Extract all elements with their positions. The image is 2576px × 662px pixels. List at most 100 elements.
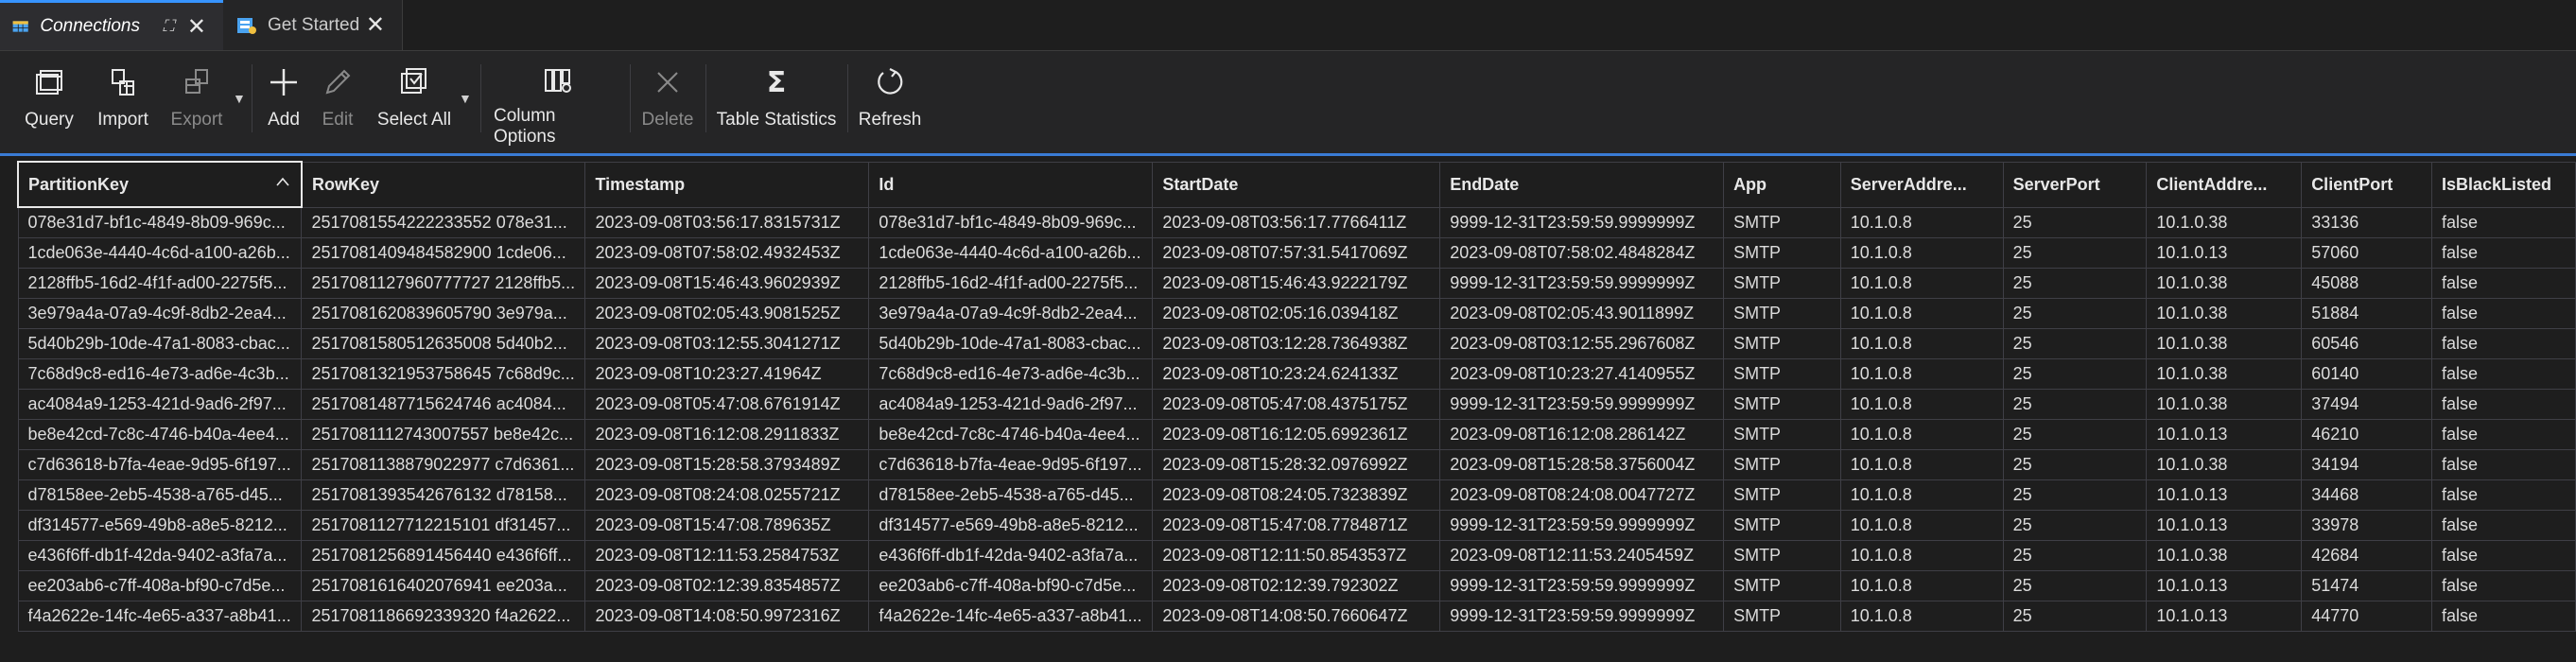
tab-get-started[interactable]: Get Started ✕ bbox=[223, 0, 403, 50]
table-cell[interactable]: ee203ab6-c7ff-408a-bf90-c7d5e... bbox=[868, 570, 1154, 601]
column-header[interactable]: PartitionKey bbox=[17, 161, 303, 208]
refresh-button[interactable]: Refresh bbox=[857, 64, 923, 140]
table-cell[interactable]: 2023-09-08T02:05:43.9081525Z bbox=[584, 298, 870, 329]
table-cell[interactable]: 2023-09-08T07:58:02.4848284Z bbox=[1439, 237, 1725, 269]
pin-icon[interactable]: ⛶ bbox=[163, 17, 174, 36]
table-cell[interactable]: SMTP bbox=[1723, 601, 1841, 632]
table-cell[interactable]: 9999-12-31T23:59:59.9999999Z bbox=[1439, 389, 1725, 420]
table-cell[interactable]: 9999-12-31T23:59:59.9999999Z bbox=[1439, 570, 1725, 601]
table-cell[interactable]: 10.1.0.38 bbox=[2146, 328, 2303, 359]
column-header[interactable]: ClientAddre... bbox=[2146, 161, 2303, 208]
column-header[interactable]: EndDate bbox=[1439, 161, 1725, 208]
table-cell[interactable]: 25 bbox=[2002, 237, 2148, 269]
table-cell[interactable]: 10.1.0.8 bbox=[1839, 237, 2004, 269]
table-cell[interactable]: 37494 bbox=[2301, 389, 2432, 420]
table-cell[interactable]: 2517081127712215101 df31457... bbox=[301, 510, 586, 541]
table-cell[interactable]: 10.1.0.8 bbox=[1839, 419, 2004, 450]
table-cell[interactable]: false bbox=[2431, 298, 2576, 329]
table-cell[interactable]: 2023-09-08T05:47:08.6761914Z bbox=[584, 389, 870, 420]
table-cell[interactable]: 25 bbox=[2002, 206, 2148, 238]
table-cell[interactable]: 2023-09-08T12:11:53.2405459Z bbox=[1439, 540, 1725, 571]
table-cell[interactable]: 33136 bbox=[2301, 206, 2432, 238]
table-cell[interactable]: 10.1.0.8 bbox=[1839, 206, 2004, 238]
table-cell[interactable]: 2517081112743007557 be8e42c... bbox=[301, 419, 586, 450]
table-cell[interactable]: 7c68d9c8-ed16-4e73-ad6e-4c3b... bbox=[868, 358, 1154, 390]
table-cell[interactable]: false bbox=[2431, 540, 2576, 571]
table-cell[interactable]: 2023-09-08T02:12:39.792302Z bbox=[1152, 570, 1441, 601]
table-cell[interactable]: 2023-09-08T15:28:58.3793489Z bbox=[584, 449, 870, 480]
table-cell[interactable]: 2517081393542676132 d78158... bbox=[301, 479, 586, 511]
table-cell[interactable]: false bbox=[2431, 358, 2576, 390]
table-cell[interactable]: 2023-09-08T07:57:31.5417069Z bbox=[1152, 237, 1441, 269]
table-cell[interactable]: 2128ffb5-16d2-4f1f-ad00-2275f5... bbox=[868, 268, 1154, 299]
table-cell[interactable]: 25 bbox=[2002, 510, 2148, 541]
table-cell[interactable]: 2023-09-08T14:08:50.7660647Z bbox=[1152, 601, 1441, 632]
table-cell[interactable]: 2517081186692339320 f4a2622... bbox=[301, 601, 586, 632]
table-row[interactable]: f4a2622e-14fc-4e65-a337-a8b41... 25170811… bbox=[17, 601, 2576, 632]
table-cell[interactable]: false bbox=[2431, 237, 2576, 269]
table-cell[interactable]: 10.1.0.8 bbox=[1839, 358, 2004, 390]
table-cell[interactable]: 2517081554222233552 078e31... bbox=[301, 206, 586, 238]
table-cell[interactable]: false bbox=[2431, 389, 2576, 420]
table-cell[interactable]: 2517081580512635008 5d40b2... bbox=[301, 328, 586, 359]
table-cell[interactable]: 2023-09-08T02:05:43.9011899Z bbox=[1439, 298, 1725, 329]
table-cell[interactable]: 2517081138879022977 c7d6361... bbox=[301, 449, 586, 480]
table-cell[interactable]: 2023-09-08T10:23:27.4140955Z bbox=[1439, 358, 1725, 390]
query-button[interactable]: Query bbox=[23, 64, 76, 140]
table-row[interactable]: c7d63618-b7fa-4eae-9d95-6f197... 25170811… bbox=[17, 449, 2576, 480]
column-header[interactable]: Id bbox=[868, 161, 1154, 208]
table-cell[interactable]: 2023-09-08T07:58:02.4932453Z bbox=[584, 237, 870, 269]
table-cell[interactable]: 2023-09-08T03:56:17.7766411Z bbox=[1152, 206, 1441, 238]
table-cell[interactable]: 10.1.0.38 bbox=[2146, 389, 2303, 420]
table-cell[interactable]: 25 bbox=[2002, 328, 2148, 359]
table-cell[interactable]: false bbox=[2431, 479, 2576, 511]
table-cell[interactable]: 10.1.0.38 bbox=[2146, 298, 2303, 329]
table-cell[interactable]: 2517081487715624746 ac4084... bbox=[301, 389, 586, 420]
table-row[interactable]: be8e42cd-7c8c-4746-b40a-4ee4... 251708111… bbox=[17, 419, 2576, 450]
table-cell[interactable]: 10.1.0.38 bbox=[2146, 540, 2303, 571]
table-cell[interactable]: 2023-09-08T15:46:43.9222179Z bbox=[1152, 268, 1441, 299]
table-cell[interactable]: 2023-09-08T16:12:08.2911833Z bbox=[584, 419, 870, 450]
table-cell[interactable]: 3e979a4a-07a9-4c9f-8db2-2ea4... bbox=[868, 298, 1154, 329]
table-cell[interactable]: 10.1.0.38 bbox=[2146, 358, 2303, 390]
table-cell[interactable]: 34194 bbox=[2301, 449, 2432, 480]
table-cell[interactable]: 2023-09-08T02:12:39.8354857Z bbox=[584, 570, 870, 601]
column-header[interactable]: Timestamp bbox=[584, 161, 870, 208]
select-all-button[interactable]: Select All bbox=[376, 64, 452, 140]
table-cell[interactable]: 2517081127960777727 2128ffb5... bbox=[301, 268, 586, 299]
table-cell[interactable]: 2128ffb5-16d2-4f1f-ad00-2275f5... bbox=[17, 268, 303, 299]
table-cell[interactable]: false bbox=[2431, 268, 2576, 299]
table-cell[interactable]: 078e31d7-bf1c-4849-8b09-969c... bbox=[868, 206, 1154, 238]
table-cell[interactable]: 2023-09-08T14:08:50.9972316Z bbox=[584, 601, 870, 632]
table-cell[interactable]: 10.1.0.13 bbox=[2146, 510, 2303, 541]
table-cell[interactable]: 10.1.0.13 bbox=[2146, 237, 2303, 269]
table-cell[interactable]: f4a2622e-14fc-4e65-a337-a8b41... bbox=[868, 601, 1154, 632]
table-cell[interactable]: 60140 bbox=[2301, 358, 2432, 390]
table-cell[interactable]: 10.1.0.13 bbox=[2146, 479, 2303, 511]
table-cell[interactable]: SMTP bbox=[1723, 268, 1841, 299]
column-header[interactable]: ClientPort bbox=[2301, 161, 2432, 208]
table-cell[interactable]: 10.1.0.8 bbox=[1839, 298, 2004, 329]
sort-ascending-icon[interactable] bbox=[274, 174, 291, 191]
table-cell[interactable]: 2023-09-08T10:23:24.624133Z bbox=[1152, 358, 1441, 390]
table-cell[interactable]: 2023-09-08T08:24:08.0255721Z bbox=[584, 479, 870, 511]
table-cell[interactable]: 2023-09-08T12:11:53.2584753Z bbox=[584, 540, 870, 571]
table-cell[interactable]: ac4084a9-1253-421d-9ad6-2f97... bbox=[868, 389, 1154, 420]
table-cell[interactable]: f4a2622e-14fc-4e65-a337-a8b41... bbox=[17, 601, 303, 632]
table-cell[interactable]: 25 bbox=[2002, 389, 2148, 420]
table-cell[interactable]: 9999-12-31T23:59:59.9999999Z bbox=[1439, 510, 1725, 541]
table-row[interactable]: ee203ab6-c7ff-408a-bf90-c7d5e... 25170816… bbox=[17, 570, 2576, 601]
table-cell[interactable]: 2517081409484582900 1cde06... bbox=[301, 237, 586, 269]
table-cell[interactable]: 46210 bbox=[2301, 419, 2432, 450]
table-cell[interactable]: SMTP bbox=[1723, 206, 1841, 238]
table-cell[interactable]: 10.1.0.13 bbox=[2146, 419, 2303, 450]
table-cell[interactable]: 1cde063e-4440-4c6d-a100-a26b... bbox=[17, 237, 303, 269]
table-cell[interactable]: 10.1.0.13 bbox=[2146, 601, 2303, 632]
table-cell[interactable]: 10.1.0.8 bbox=[1839, 268, 2004, 299]
table-cell[interactable]: 1cde063e-4440-4c6d-a100-a26b... bbox=[868, 237, 1154, 269]
table-cell[interactable]: 25 bbox=[2002, 419, 2148, 450]
table-cell[interactable]: 10.1.0.8 bbox=[1839, 449, 2004, 480]
table-cell[interactable]: e436f6ff-db1f-42da-9402-a3fa7a... bbox=[17, 540, 303, 571]
table-cell[interactable]: 25 bbox=[2002, 358, 2148, 390]
table-cell[interactable]: 10.1.0.38 bbox=[2146, 449, 2303, 480]
